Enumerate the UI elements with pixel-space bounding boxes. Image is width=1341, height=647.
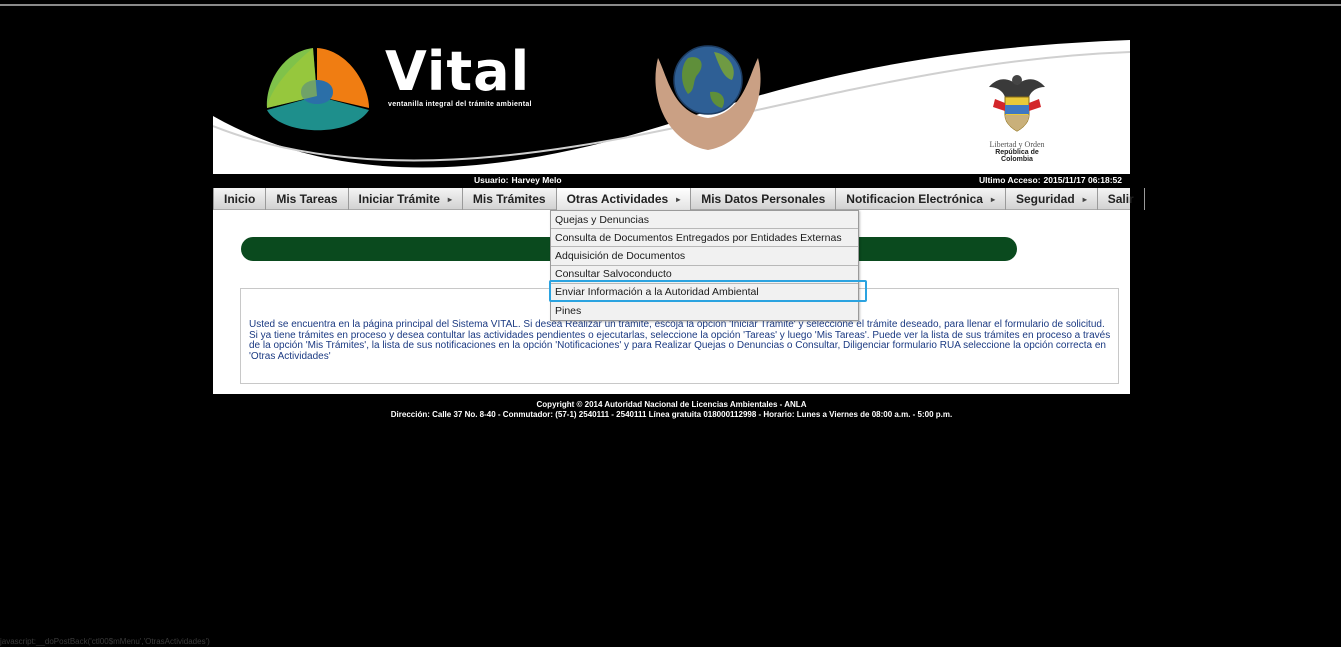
menu-item-salir[interactable]: Salir [1098, 188, 1145, 210]
vital-logo-icon [266, 48, 369, 131]
menu-item-iniciar-tramite[interactable]: Iniciar Trámite ▸ [349, 188, 463, 210]
submenu-item-pines[interactable]: Pines [551, 302, 858, 320]
coat-of-arms: Libertad y Orden República de Colombia [985, 71, 1049, 163]
menu-item-mis-tareas[interactable]: Mis Tareas [266, 188, 349, 210]
last-access-value: 2015/11/17 06:18:52 [1043, 175, 1122, 185]
menu-item-mis-datos-personales[interactable]: Mis Datos Personales [691, 188, 837, 210]
menu-item-label: Mis Tareas [276, 192, 338, 206]
brand-tagline: ventanilla integral del trámite ambienta… [388, 101, 532, 108]
menu-item-seguridad[interactable]: Seguridad ▸ [1006, 188, 1098, 210]
header-banner: Vital ventanilla integral del trámite am… [213, 16, 1130, 174]
footer: Copyright © 2014 Autoridad Nacional de L… [213, 400, 1130, 420]
submenu-arrow-icon: ▸ [447, 194, 452, 204]
otras-actividades-submenu: Quejas y Denuncias Consulta de Documento… [550, 210, 859, 322]
brand-name: Vital [385, 40, 531, 103]
last-access: Ultimo Acceso: 2015/11/17 06:18:52 [979, 175, 1122, 185]
menu-item-notificacion-electronica[interactable]: Notificacion Electrónica ▸ [836, 188, 1006, 210]
submenu-item-adquisicion-documentos[interactable]: Adquisición de Documentos [551, 247, 858, 266]
submenu-item-enviar-informacion[interactable]: Enviar Información a la Autoridad Ambien… [551, 284, 858, 302]
menu-item-mis-tramites[interactable]: Mis Trámites [463, 188, 557, 210]
user-label: Usuario: [474, 175, 509, 185]
menu-item-label: Salir [1107, 192, 1134, 206]
copyright-text: Copyright © 2014 Autoridad Nacional de L… [536, 400, 807, 409]
menu-item-label: Seguridad [1016, 192, 1075, 206]
menu-item-label: Notificacion Electrónica [846, 192, 983, 206]
main-menu: Inicio Mis Tareas Iniciar Trámite ▸ Mis T… [213, 188, 1145, 210]
submenu-item-consulta-documentos[interactable]: Consulta de Documentos Entregados por En… [551, 229, 858, 248]
address-text: Dirección: Calle 37 No. 8-40 - Conmutado… [390, 410, 953, 419]
menu-item-label: Iniciar Trámite [358, 192, 440, 206]
submenu-arrow-icon: ▸ [1082, 194, 1087, 204]
last-access-label: Ultimo Acceso: [978, 175, 1041, 185]
menu-item-label: Inicio [224, 192, 256, 206]
menu-item-label: Otras Actividades [566, 192, 669, 206]
top-border [0, 4, 1341, 6]
welcome-text: Usted se encuentra en la página principa… [249, 319, 1111, 362]
submenu-arrow-icon: ▸ [990, 194, 995, 204]
submenu-item-consultar-salvoconducto[interactable]: Consultar Salvoconducto [551, 266, 858, 284]
country-name: República de Colombia [995, 149, 1039, 163]
menu-item-label: Mis Datos Personales [701, 192, 826, 206]
globe-hands-icon [655, 45, 761, 150]
coat-motto: Libertad y Orden [989, 140, 1045, 149]
coat-of-arms-icon [989, 75, 1045, 132]
user-info: Usuario: Harvey Melo [474, 175, 562, 185]
user-bar: Usuario: Harvey Melo Ultimo Acceso: 2015/1… [213, 174, 1130, 186]
menu-item-inicio[interactable]: Inicio [213, 188, 267, 210]
status-bar-url: javascript:__doPostBack('ctl00$mMenu','O… [0, 637, 210, 646]
user-name: Harvey Melo [511, 175, 562, 185]
menu-item-label: Mis Trámites [472, 192, 546, 206]
submenu-item-quejas-denuncias[interactable]: Quejas y Denuncias [551, 211, 858, 230]
menu-item-otras-actividades[interactable]: Otras Actividades ▸ [556, 188, 692, 210]
submenu-arrow-icon: ▸ [676, 194, 681, 204]
